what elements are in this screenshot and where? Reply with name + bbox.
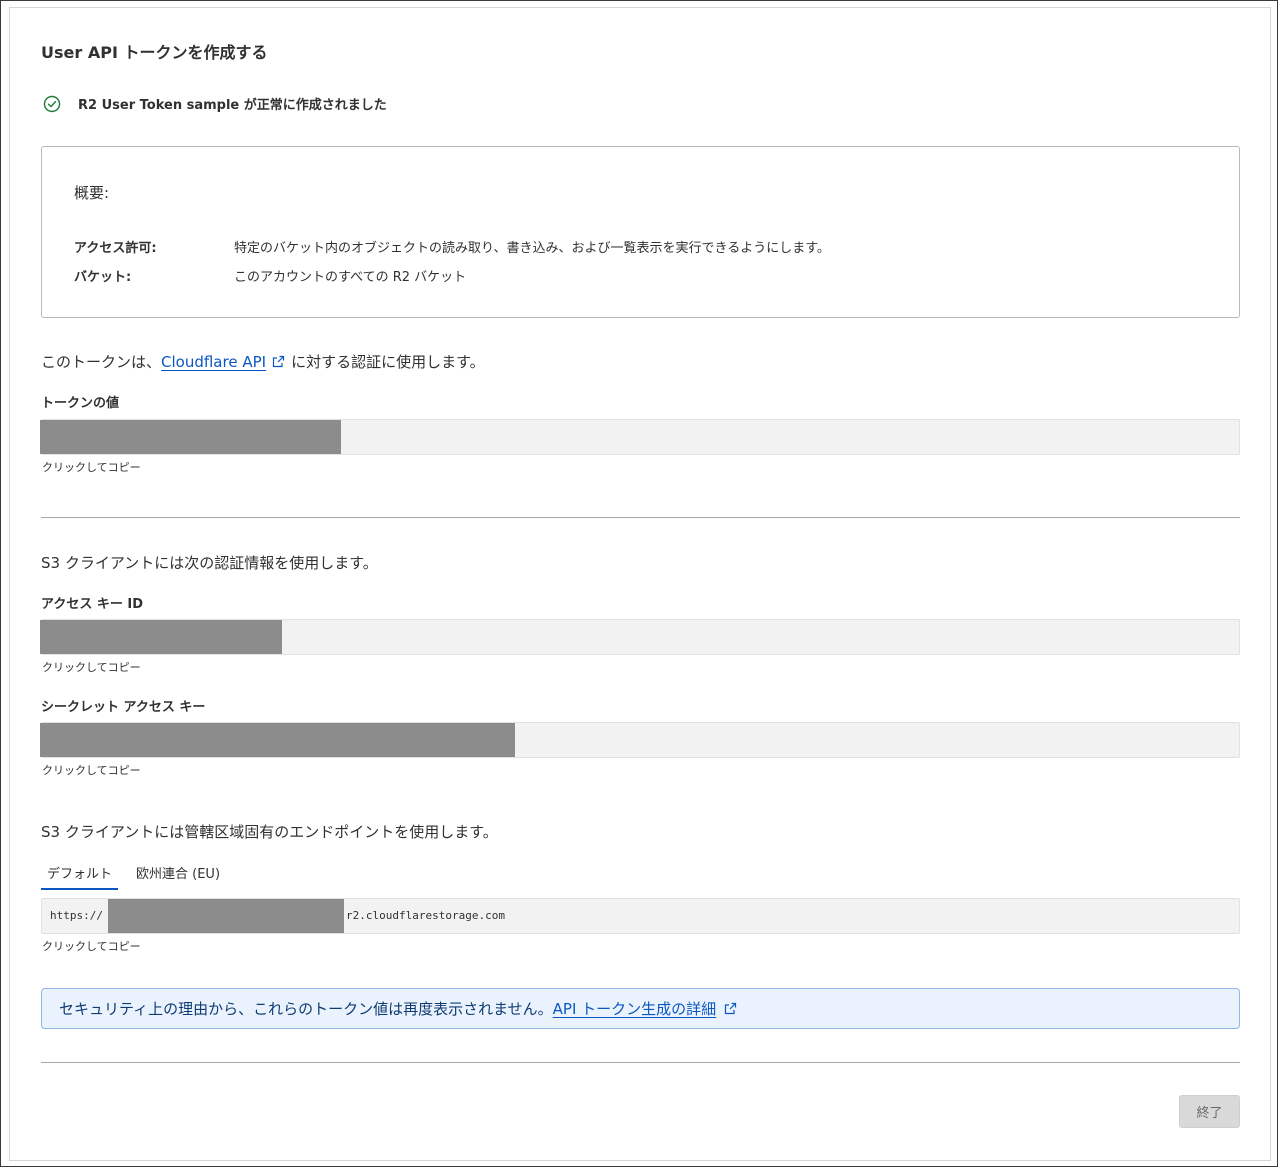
- access-key-field[interactable]: [40, 619, 1240, 655]
- token-value-field[interactable]: [40, 419, 1240, 455]
- endpoint-intro: S3 クライアントには管轄区域固有のエンドポイントを使用します。: [41, 823, 498, 841]
- summary-value: 特定のバケット内のオブジェクトの読み取り、書き込み、および一覧表示を実行できるよ…: [234, 241, 830, 256]
- summary-heading: 概要:: [74, 184, 110, 202]
- summary-row-bucket: バケット: このアカウントのすべての R2 バケット: [74, 266, 466, 285]
- cloudflare-api-link[interactable]: Cloudflare API: [161, 353, 266, 371]
- success-message: R2 User Token sample が正常に作成されました: [78, 98, 387, 113]
- summary-box: 概要: アクセス許可: 特定のバケット内のオブジェクトの読み取り、書き込み、およ…: [41, 146, 1240, 318]
- security-notice: セキュリティ上の理由から、これらのトークン値は再度表示されません。 API トー…: [41, 988, 1240, 1029]
- access-key-label: アクセス キー ID: [41, 597, 144, 612]
- copy-hint: クリックしてコピー: [42, 661, 141, 674]
- success-banner: R2 User Token sample が正常に作成されました: [43, 94, 387, 113]
- endpoint-field[interactable]: https:// r2.cloudflarestorage.com: [41, 898, 1240, 934]
- notice-text: セキュリティ上の理由から、これらのトークン値は再度表示されません。: [59, 1000, 553, 1018]
- summary-key: バケット:: [74, 270, 132, 285]
- token-value-label: トークンの値: [41, 396, 120, 411]
- window-frame: User API トークンを作成する R2 User Token sample …: [0, 0, 1278, 1167]
- external-link-icon[interactable]: [272, 355, 285, 368]
- copy-hint: クリックしてコピー: [42, 940, 141, 953]
- redacted-value: [40, 420, 341, 454]
- s3-intro: S3 クライアントには次の認証情報を使用します。: [41, 554, 378, 572]
- external-link-icon[interactable]: [724, 1002, 737, 1015]
- copy-hint: クリックしてコピー: [42, 461, 141, 474]
- divider: [41, 1062, 1240, 1063]
- endpoint-suffix: r2.cloudflarestorage.com: [346, 909, 505, 922]
- tab-default[interactable]: デフォルト: [41, 859, 119, 890]
- redacted-value: [40, 620, 282, 654]
- token-intro: このトークンは、 Cloudflare API に対する認証に使用します。: [41, 351, 485, 372]
- jurisdiction-tabs: デフォルト 欧州連合 (EU): [41, 859, 238, 890]
- token-intro-before: このトークンは、: [41, 353, 162, 371]
- tab-eu[interactable]: 欧州連合 (EU): [130, 859, 226, 890]
- endpoint-prefix: https://: [50, 909, 103, 922]
- check-circle-icon: [43, 95, 61, 112]
- dialog-title: User API トークンを作成する: [41, 43, 268, 62]
- summary-value: このアカウントのすべての R2 バケット: [234, 270, 467, 285]
- summary-row-permission: アクセス許可: 特定のバケット内のオブジェクトの読み取り、書き込み、および一覧表…: [74, 237, 830, 256]
- summary-key: アクセス許可:: [74, 241, 157, 256]
- secret-key-label: シークレット アクセス キー: [41, 700, 206, 715]
- redacted-value: [108, 899, 344, 933]
- divider: [41, 517, 1240, 518]
- token-intro-after: に対する認証に使用します。: [291, 353, 485, 371]
- secret-key-field[interactable]: [40, 722, 1240, 758]
- api-token-details-link[interactable]: API トークン生成の詳細: [553, 998, 717, 1019]
- copy-hint: クリックしてコピー: [42, 764, 141, 777]
- finish-button[interactable]: 終了: [1179, 1095, 1240, 1128]
- redacted-value: [40, 723, 515, 757]
